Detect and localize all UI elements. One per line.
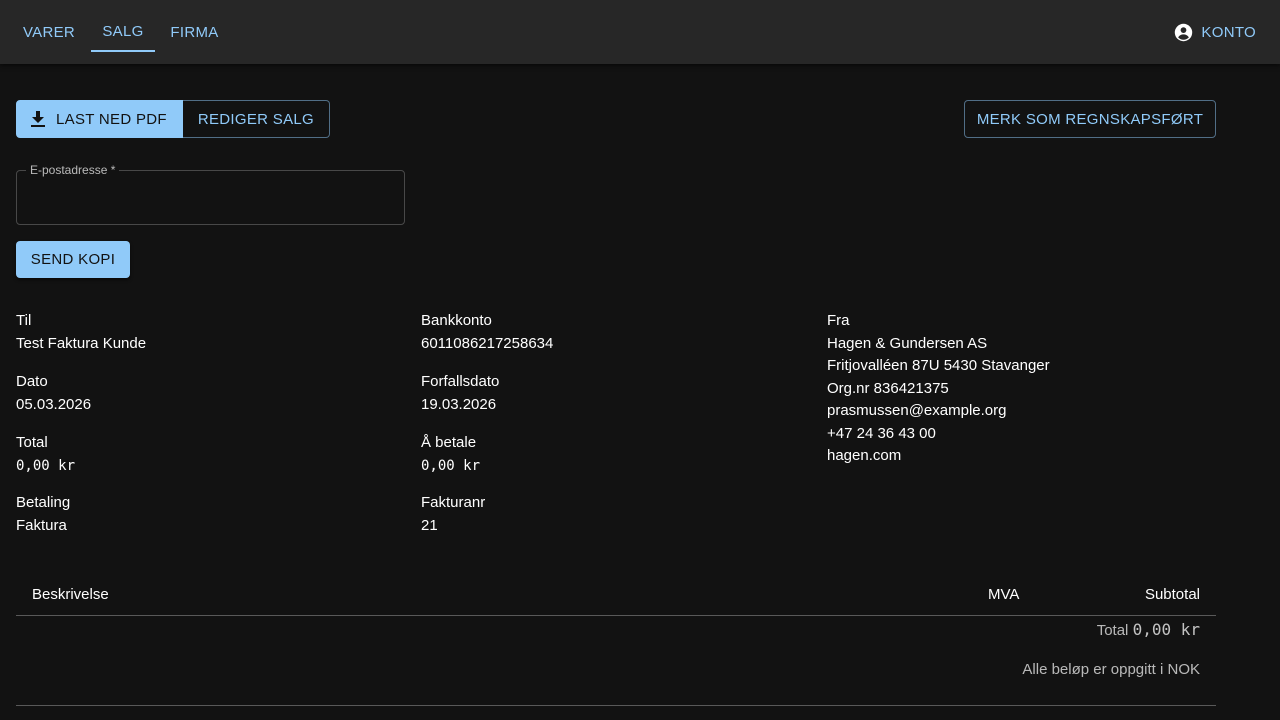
table-total-label: Total <box>1096 622 1129 639</box>
fra-block: Fra Hagen & Gundersen AS Fritjovalléen 8… <box>827 310 1050 468</box>
fakturanr-label: Fakturanr <box>421 494 486 511</box>
table-header-divider <box>16 615 1216 616</box>
betaling-value: Faktura <box>16 516 67 534</box>
total-value: 0,00 kr <box>16 457 76 474</box>
fakturanr-value: 21 <box>421 516 438 534</box>
download-pdf-label: LAST NED PDF <box>56 110 167 128</box>
total-label: Total <box>16 434 48 451</box>
tab-varer-label: VARER <box>22 23 76 41</box>
table-total-row: Total 0,00 kr <box>1097 620 1200 639</box>
betaling-label: Betaling <box>16 494 71 511</box>
til-block: Til Test Faktura Kunde <box>16 310 146 355</box>
total-block: Total 0,00 kr <box>16 432 75 477</box>
tab-firma[interactable]: FIRMA <box>163 0 226 64</box>
tab-firma-label: FIRMA <box>170 23 219 41</box>
til-label: Til <box>16 312 32 329</box>
app-bar: VARER SALG FIRMA KONTO <box>0 0 1280 64</box>
active-tab-indicator <box>91 50 155 52</box>
dato-value: 05.03.2026 <box>16 395 92 413</box>
account-circle-icon <box>1175 23 1193 41</box>
a-betale-value: 0,00 kr <box>421 457 481 474</box>
forfallsdato-value: 19.03.2026 <box>421 395 497 413</box>
a-betale-block: Å betale 0,00 kr <box>421 432 480 477</box>
forfallsdato-label: Forfallsdato <box>421 373 500 390</box>
edit-sale-button[interactable]: REDIGER SALG <box>182 100 330 138</box>
dato-label: Dato <box>16 373 48 390</box>
til-value: Test Faktura Kunde <box>16 334 147 352</box>
table-footer-divider <box>16 705 1216 706</box>
download-pdf-button[interactable]: LAST NED PDF <box>16 100 183 138</box>
fra-email: prasmussen@example.org <box>827 402 1007 419</box>
account-label: KONTO <box>1201 23 1256 41</box>
bankkonto-block: Bankkonto 6011086217258634 <box>421 310 553 355</box>
mark-as-accounted-label: MERK SOM REGNSKAPSFØRT <box>976 110 1204 128</box>
fra-phone: +47 24 36 43 00 <box>827 424 936 442</box>
edit-sale-label: REDIGER SALG <box>197 110 314 128</box>
fra-label: Fra <box>827 312 850 329</box>
forfallsdato-block: Forfallsdato 19.03.2026 <box>421 371 499 416</box>
betaling-block: Betaling Faktura <box>16 492 70 537</box>
dato-block: Dato 05.03.2026 <box>16 371 91 416</box>
bankkonto-label: Bankkonto <box>421 312 492 329</box>
tab-varer[interactable]: VARER <box>16 0 82 64</box>
column-header-mva: MVA <box>988 586 1020 603</box>
pdf-edit-button-group: LAST NED PDF REDIGER SALG <box>16 100 330 138</box>
send-copy-label: SEND KOPI <box>30 251 116 268</box>
account-button[interactable]: KONTO <box>1174 0 1256 64</box>
email-input[interactable] <box>17 171 404 224</box>
fra-address: Fritjovalléen 87U 5430 Stavanger <box>827 357 1050 374</box>
tab-salg[interactable]: SALG <box>91 0 155 64</box>
column-header-subtotal: Subtotal <box>1144 586 1200 603</box>
download-icon <box>31 111 45 127</box>
mark-as-accounted-button[interactable]: MERK SOM REGNSKAPSFØRT <box>964 100 1216 138</box>
fra-org-number: Org.nr 836421375 <box>827 379 949 397</box>
table-total-value: 0,00 kr <box>1132 620 1200 639</box>
send-copy-button[interactable]: SEND KOPI <box>16 241 130 278</box>
fakturanr-block: Fakturanr 21 <box>421 492 485 537</box>
currency-note: Alle beløp er oppgitt i NOK <box>1022 661 1200 678</box>
fra-website: hagen.com <box>827 447 902 464</box>
fra-company-name: Hagen & Gundersen AS <box>827 334 988 352</box>
column-header-beskrivelse: Beskrivelse <box>32 586 109 603</box>
a-betale-label: Å betale <box>421 434 477 451</box>
bankkonto-value: 6011086217258634 <box>421 334 554 352</box>
tab-salg-label: SALG <box>102 22 144 40</box>
